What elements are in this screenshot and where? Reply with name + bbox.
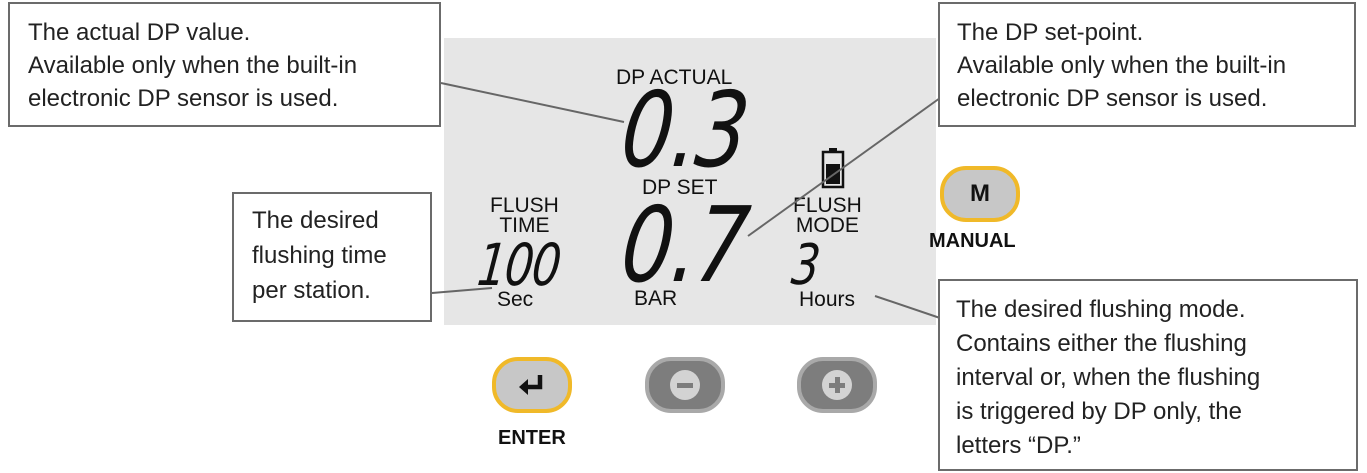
leader-line-flush-time [431, 287, 493, 294]
callout-text: The desired flushing mode. [956, 296, 1246, 323]
callout-flush-mode: The desired flushing mode. Contains eith… [938, 279, 1358, 471]
callout-dp-set: The DP set-point. Available only when th… [938, 2, 1356, 127]
leader-line-actual [440, 82, 625, 123]
callout-text: The desired [252, 207, 379, 234]
callout-text: The actual DP value. [28, 19, 251, 46]
callout-text: flushing time [252, 242, 387, 269]
callout-text: electronic DP sensor is used. [957, 85, 1268, 112]
callout-text: Available only when the built-in [957, 52, 1287, 79]
callout-text: Available only when the built-in [28, 52, 358, 79]
callout-flush-time: The desired flushing time per station. [232, 192, 432, 322]
callout-dp-actual: The actual DP value. Available only when… [8, 2, 441, 127]
callout-text: interval or, when the flushing [956, 364, 1261, 391]
callout-text: per station. [252, 277, 371, 304]
callout-text: letters “DP.” [956, 432, 1081, 459]
leader-line-flush-mode [874, 295, 941, 319]
callout-text: electronic DP sensor is used. [28, 85, 339, 112]
leader-line-set [747, 97, 941, 237]
callout-text: is triggered by DP only, the [956, 398, 1242, 425]
callout-text: Contains either the flushing [956, 330, 1247, 357]
callout-text: The DP set-point. [957, 19, 1144, 46]
